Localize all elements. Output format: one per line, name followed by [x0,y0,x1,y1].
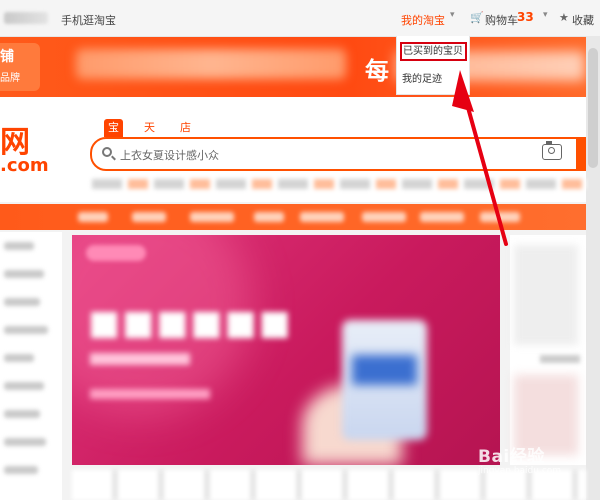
site-logo-suffix: .com [0,155,49,176]
tab-baobei[interactable]: 宝贝 [104,119,123,152]
tab-shop[interactable]: 店铺 [176,119,195,152]
left-category-list [0,232,62,500]
cart-count-badge: 33 [517,10,534,24]
dropdown-item-footprint[interactable]: 我的足迹 [402,70,442,85]
category-item[interactable] [4,438,46,446]
search-input[interactable] [118,144,532,166]
search-button[interactable] [576,137,586,171]
banner-product-label [352,355,417,385]
dropdown-item-purchased[interactable]: 已买到的宝贝 [400,42,467,61]
side-promo-image[interactable] [514,245,578,345]
nav-item[interactable] [480,212,520,222]
side-promo-text-blurred [540,355,580,363]
my-taobao-menu[interactable]: 我的淘宝 [401,12,445,28]
search-icon [102,147,112,157]
baidu-jingyan-watermark: Bai经验 jingyan.baidu.com [478,442,561,476]
search-box [90,137,578,171]
banner-caption-blurred [90,389,210,399]
category-item[interactable] [4,326,48,334]
tab-tmall[interactable]: 天猫 [140,119,159,152]
watermark-text: Bai经验 [478,447,545,467]
nav-item[interactable] [78,212,108,222]
user-name-blurred[interactable] [4,12,48,24]
category-item[interactable] [4,382,44,390]
cart-icon[interactable]: 🛒 [470,11,484,24]
promo-brand-text: 品牌 [0,73,20,84]
cart-link[interactable]: 购物车 [485,12,518,28]
promo-banner[interactable]: 铺 品牌 每 [0,37,586,97]
banner-subtitle-blurred [90,353,190,365]
right-side-panel [510,235,586,465]
category-item[interactable] [4,298,40,306]
category-item[interactable] [4,410,40,418]
top-nav-bar: 手机逛淘宝 我的淘宝 ▾ 🛒 购物车 33 ▾ ★ 收藏 [0,0,600,37]
banner-tag-blurred [86,245,146,261]
main-carousel-banner[interactable]: ■■■■■■ [72,235,500,465]
promo-blurred-slogan [76,49,346,79]
nav-item[interactable] [362,212,406,222]
category-item[interactable] [4,270,44,278]
category-item[interactable] [4,354,34,362]
nav-item[interactable] [132,212,166,222]
banner-headline-blurred: ■■■■■■ [88,303,293,343]
star-icon: ★ [559,11,569,24]
watermark-subtext: jingyan.baidu.com [478,466,562,476]
chevron-down-icon: ▾ [450,10,455,20]
promo-shop-text: 铺 [0,49,14,65]
chevron-down-icon: ▾ [543,10,548,20]
favorites-link[interactable]: 收藏 [572,12,594,28]
category-nav-bar [0,204,586,230]
mobile-taobao-link[interactable]: 手机逛淘宝 [61,12,116,28]
search-header: 网 .com 宝贝 天猫 店铺 [0,97,586,202]
nav-item[interactable] [254,212,284,222]
camera-icon[interactable] [542,141,562,160]
nav-item[interactable] [420,212,464,222]
category-item[interactable] [4,466,38,474]
nav-item[interactable] [190,212,234,222]
page-scrollbar[interactable] [586,36,600,500]
my-taobao-dropdown: 已买到的宝贝 我的足迹 [396,36,470,95]
nav-item[interactable] [300,212,344,222]
promo-headline-char: 每 [365,57,389,85]
scrollbar-thumb[interactable] [588,48,598,168]
hot-search-words-blurred[interactable] [92,179,586,189]
category-item[interactable] [4,242,34,250]
